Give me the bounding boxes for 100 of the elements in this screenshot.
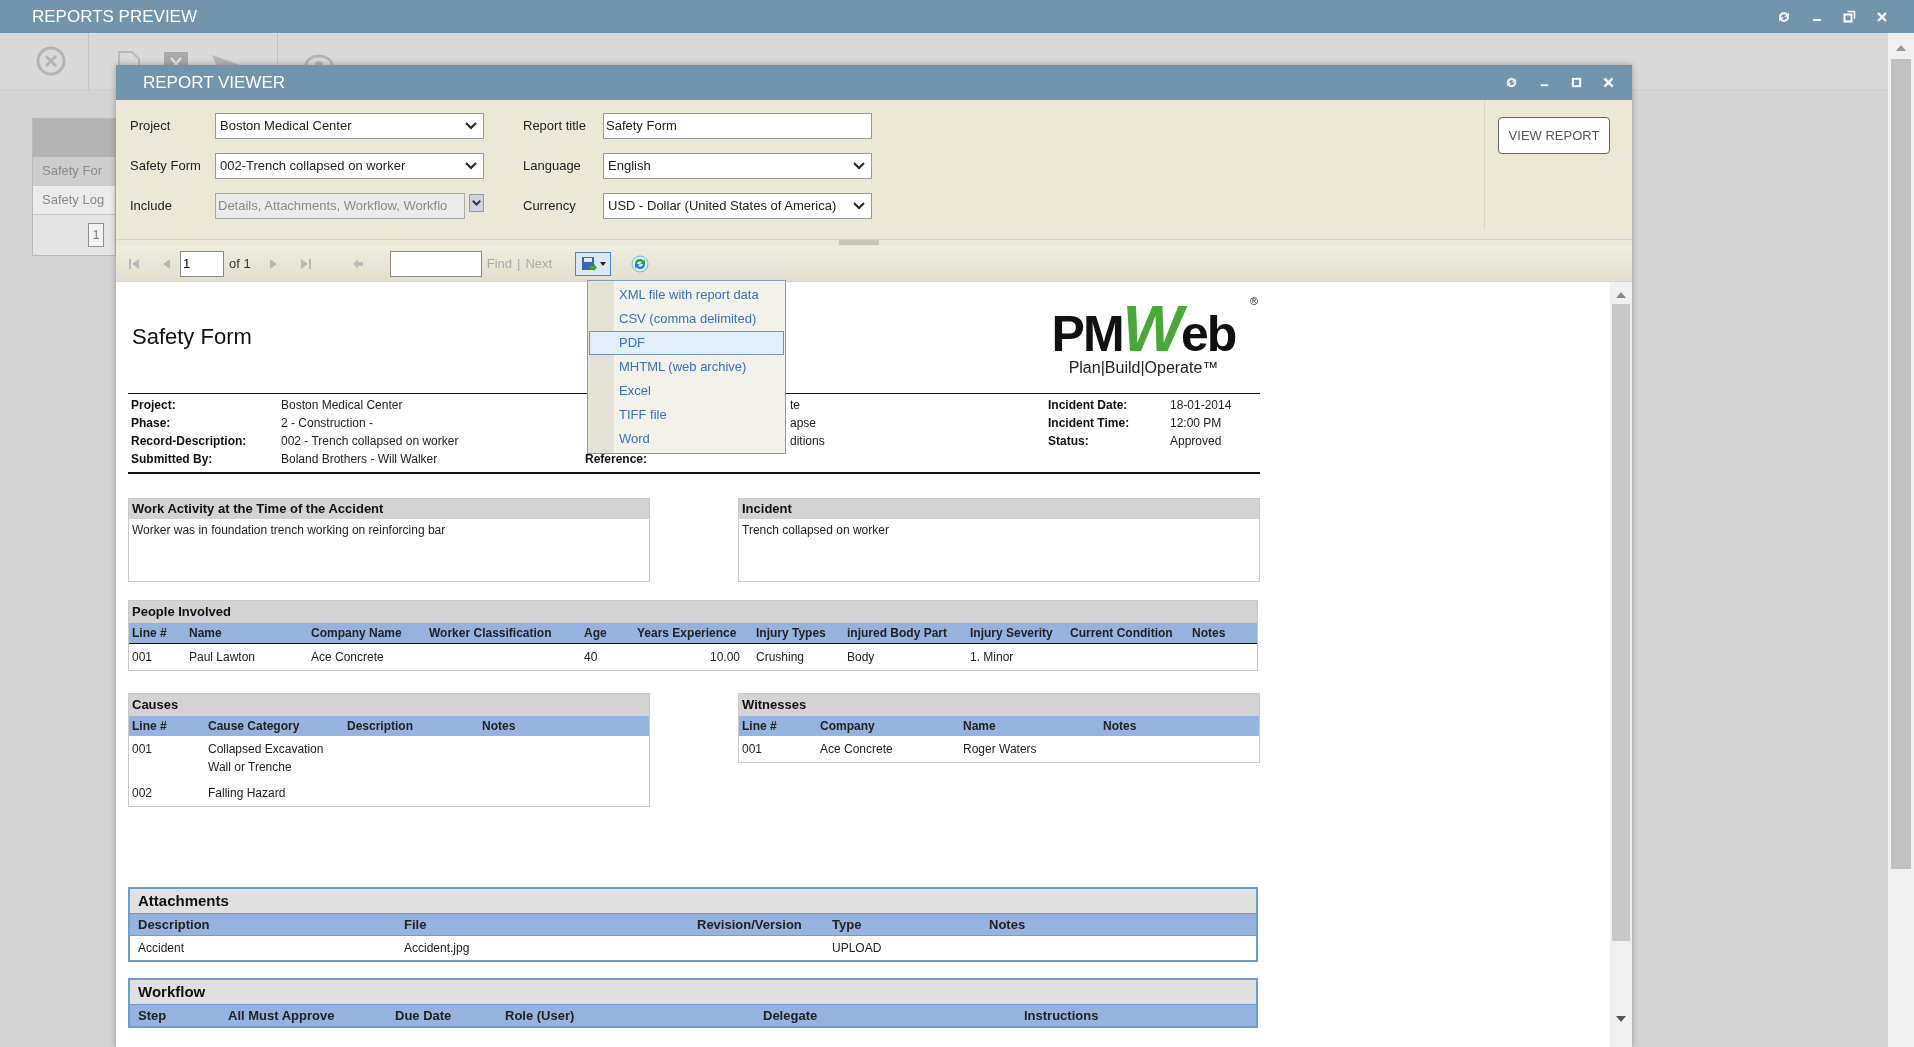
field-value: ditions — [790, 433, 825, 450]
scroll-up-icon[interactable] — [1616, 292, 1626, 298]
logo: PMWeb Plan|Build|Operate™ ® — [1050, 293, 1256, 378]
field-label: Record-Description: — [131, 433, 248, 450]
table-cell-text: Ace Concrete — [820, 741, 894, 758]
column-header: Name — [963, 718, 997, 735]
menu-item[interactable]: PDF — [589, 331, 784, 355]
column-header: Injury Severity — [970, 625, 1054, 642]
search-field[interactable] — [389, 250, 482, 277]
scrollbar[interactable] — [1888, 33, 1914, 1047]
chevron-down-icon — [853, 202, 865, 210]
scrollbar[interactable] — [1610, 282, 1632, 1047]
column-header: Line # — [742, 718, 778, 735]
close-icon[interactable] — [1876, 10, 1888, 23]
column-header: Name — [189, 625, 223, 642]
view-report-button[interactable]: VIEW REPORT — [1498, 117, 1610, 154]
back-arrow-icon[interactable] — [351, 257, 364, 270]
export-button[interactable] — [575, 251, 612, 276]
field-label: Project — [130, 117, 172, 136]
column-header: Revision/Version — [697, 915, 803, 934]
scroll-up-icon[interactable] — [1896, 45, 1906, 51]
table-cell-text: Collapsed Excavation Wall or Trenche — [208, 741, 325, 776]
previous-page-icon[interactable] — [162, 257, 171, 270]
scrollbar-thumb[interactable] — [1612, 304, 1630, 941]
last-page-icon[interactable] — [299, 257, 312, 270]
close-circle-icon[interactable] — [35, 45, 67, 77]
table-cell-text: UPLOAD — [832, 940, 883, 957]
field-label: Include — [130, 197, 173, 216]
field-label: Report title — [523, 117, 587, 136]
section-text: Worker was in foundation trench working on reinforcing bar — [131, 522, 447, 539]
refresh-icon[interactable] — [1777, 9, 1791, 24]
refresh-icon[interactable] — [1505, 76, 1518, 89]
column-header: injured Body Part — [847, 625, 948, 642]
column-header: Step — [138, 1006, 168, 1025]
page-number-field[interactable]: 1 — [180, 250, 224, 277]
separator-text: | — [517, 254, 521, 273]
menu-item[interactable]: Word — [589, 427, 784, 451]
column-header: Role (User) — [505, 1006, 576, 1025]
chevron-down-icon — [465, 122, 477, 130]
chevron-down-icon — [472, 200, 481, 206]
field-label: Incident Date: — [1048, 397, 1129, 414]
dropdown[interactable]: Boston Medical Center — [215, 113, 484, 139]
table-cell-text: Paul Lawton — [189, 649, 257, 666]
field-value: te — [790, 397, 800, 414]
column-header: Current Condition — [1070, 625, 1174, 642]
column-header: All Must Approve — [228, 1006, 336, 1025]
scroll-down-icon[interactable] — [1616, 1016, 1626, 1022]
field-label: Safety Form — [130, 157, 202, 176]
column-header: Line # — [132, 625, 168, 642]
table-cell-text: 001 — [132, 649, 154, 666]
column-header: File — [404, 915, 428, 934]
field-value: Boland Brothers - Will Walker — [281, 451, 438, 468]
column-header: Description — [347, 718, 414, 735]
menu-item[interactable]: Excel — [589, 379, 784, 403]
field-value: 18-01-2014 — [1170, 397, 1232, 414]
column-header: Worker Classification — [429, 625, 553, 642]
dropdown[interactable]: USD - Dollar (United States of America) — [603, 193, 872, 219]
table-cell-text: 001 — [132, 741, 154, 758]
column-header: Cause Category — [208, 718, 301, 735]
table-cell-text: 002 — [132, 785, 154, 802]
field-value: 002 - Trench collapsed on worker — [281, 433, 459, 450]
scrollbar-thumb[interactable] — [1891, 59, 1911, 869]
table-cell-text: Crushing — [756, 649, 806, 666]
menu-item[interactable]: CSV (comma delimited) — [589, 307, 784, 331]
close-icon[interactable] — [1603, 77, 1614, 88]
column-header: Description — [138, 915, 211, 934]
table-cell-text: 10.00 — [708, 649, 741, 666]
column-header: Years Experience — [637, 625, 738, 642]
field-label: Reference: — [585, 451, 649, 468]
splitter-handle[interactable] — [839, 240, 879, 245]
menu-item[interactable]: MHTML (web archive) — [589, 355, 784, 379]
restore-icon[interactable] — [1843, 10, 1856, 23]
chevron-down-icon — [853, 162, 865, 170]
field-label: Phase: — [131, 415, 172, 432]
dropdown[interactable]: English — [603, 153, 872, 179]
dropdown-button[interactable] — [469, 194, 484, 212]
column-header: Type — [832, 915, 863, 934]
refresh-icon[interactable] — [631, 254, 650, 273]
column-header: Injury Types — [756, 625, 827, 642]
table-title: Causes — [129, 694, 649, 716]
report-title: Safety Form — [132, 324, 252, 349]
column-header: Due Date — [395, 1006, 453, 1025]
menu-item[interactable]: TIFF file — [589, 403, 784, 427]
dropdown[interactable]: 002-Trench collapsed on worker — [215, 153, 484, 179]
column-header: Notes — [482, 718, 517, 735]
table-title: People Involved — [129, 601, 1257, 623]
dialog-title: REPORT VIEWER — [143, 71, 286, 94]
page-button[interactable]: 1 — [88, 223, 104, 247]
next-page-icon[interactable] — [268, 257, 278, 270]
list-item[interactable]: Safety Log — [33, 186, 115, 215]
menu-item[interactable]: XML file with report data — [589, 283, 784, 307]
table-cell-text: 1. Minor — [970, 649, 1015, 666]
section-text: Trench collapsed on worker — [741, 522, 890, 539]
maximize-icon[interactable] — [1571, 77, 1582, 88]
field-value: 12:00 PM — [1170, 415, 1222, 432]
field-label: Currency — [523, 197, 577, 216]
column-header: Age — [584, 625, 608, 642]
text-field[interactable]: Safety Form — [603, 113, 872, 139]
table-title: Attachments — [130, 889, 1256, 913]
first-page-icon[interactable] — [128, 257, 140, 270]
